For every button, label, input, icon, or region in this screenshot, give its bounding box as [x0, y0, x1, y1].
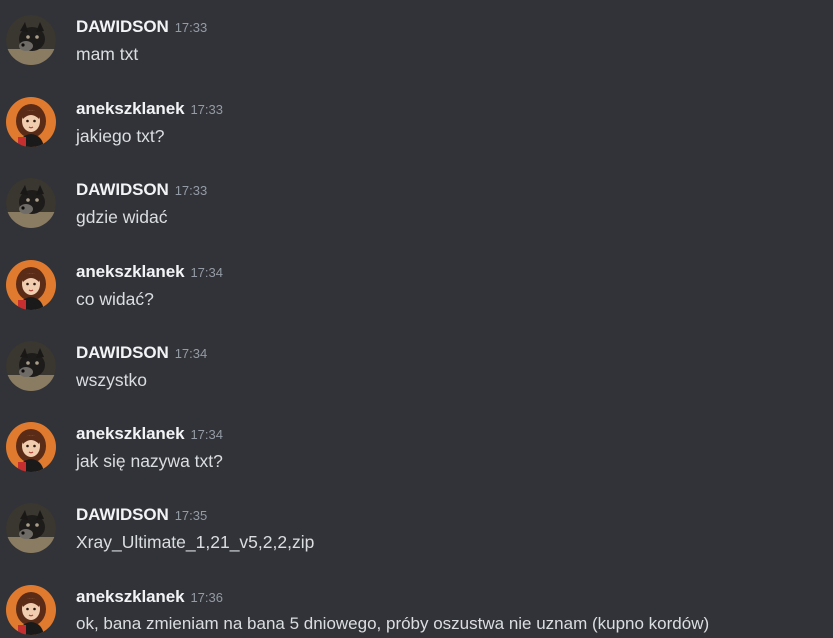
username[interactable]: anekszklanek — [76, 424, 185, 443]
username[interactable]: DAWIDSON — [76, 180, 169, 199]
username[interactable]: DAWIDSON — [76, 17, 169, 36]
message-content: jakiego txt? — [76, 126, 165, 146]
girl-avatar-icon[interactable] — [6, 422, 56, 472]
timestamp[interactable]: 17:35 — [175, 508, 208, 523]
username[interactable]: anekszklanek — [76, 262, 185, 281]
message: anekszklanek 17:36 ok, bana zmieniam na b… — [0, 585, 833, 638]
chat-message-list: DAWIDSON 17:33 mam txt anekszklanek 17:33 … — [0, 0, 833, 638]
timestamp[interactable]: 17:33 — [175, 20, 208, 35]
message-header: DAWIDSON 17:33 — [76, 16, 207, 39]
girl-avatar-icon[interactable] — [6, 97, 56, 147]
message-content: Xray_Ultimate_1,21_v5,2,2,zip — [76, 532, 315, 552]
message-header: anekszklanek 17:34 — [76, 261, 223, 284]
message: anekszklanek 17:34 co widać? — [0, 260, 833, 342]
timestamp[interactable]: 17:34 — [175, 346, 208, 361]
message-header: DAWIDSON 17:33 — [76, 179, 207, 202]
message: DAWIDSON 17:33 gdzie widać — [0, 178, 833, 260]
message-header: anekszklanek 17:36 — [76, 586, 223, 609]
message-header: anekszklanek 17:34 — [76, 423, 223, 446]
message: anekszklanek 17:33 jakiego txt? — [0, 97, 833, 179]
timestamp[interactable]: 17:34 — [190, 265, 223, 280]
timestamp[interactable]: 17:33 — [175, 183, 208, 198]
message: anekszklanek 17:34 jak się nazywa txt? — [0, 422, 833, 504]
message-header: anekszklanek 17:33 — [76, 98, 223, 121]
message-content: co widać? — [76, 289, 154, 309]
dog-avatar-icon[interactable] — [6, 15, 56, 65]
message: DAWIDSON 17:35 Xray_Ultimate_1,21_v5,2,2,… — [0, 503, 833, 585]
message-content: wszystko — [76, 370, 147, 390]
dog-avatar-icon[interactable] — [6, 503, 56, 553]
dog-avatar-icon[interactable] — [6, 178, 56, 228]
timestamp[interactable]: 17:36 — [190, 590, 223, 605]
girl-avatar-icon[interactable] — [6, 585, 56, 635]
message: DAWIDSON 17:34 wszystko — [0, 341, 833, 423]
username[interactable]: anekszklanek — [76, 587, 185, 606]
message: DAWIDSON 17:33 mam txt — [0, 15, 833, 97]
message-header: DAWIDSON 17:34 — [76, 342, 207, 365]
dog-avatar-icon[interactable] — [6, 341, 56, 391]
timestamp[interactable]: 17:33 — [190, 102, 223, 117]
message-header: DAWIDSON 17:35 — [76, 504, 207, 527]
message-content: jak się nazywa txt? — [76, 451, 223, 471]
username[interactable]: anekszklanek — [76, 99, 185, 118]
message-content: mam txt — [76, 44, 139, 64]
message-content: gdzie widać — [76, 207, 168, 227]
message-content: ok, bana zmieniam na bana 5 dniowego, pr… — [76, 614, 710, 633]
username[interactable]: DAWIDSON — [76, 343, 169, 362]
girl-avatar-icon[interactable] — [6, 260, 56, 310]
username[interactable]: DAWIDSON — [76, 505, 169, 524]
timestamp[interactable]: 17:34 — [190, 427, 223, 442]
